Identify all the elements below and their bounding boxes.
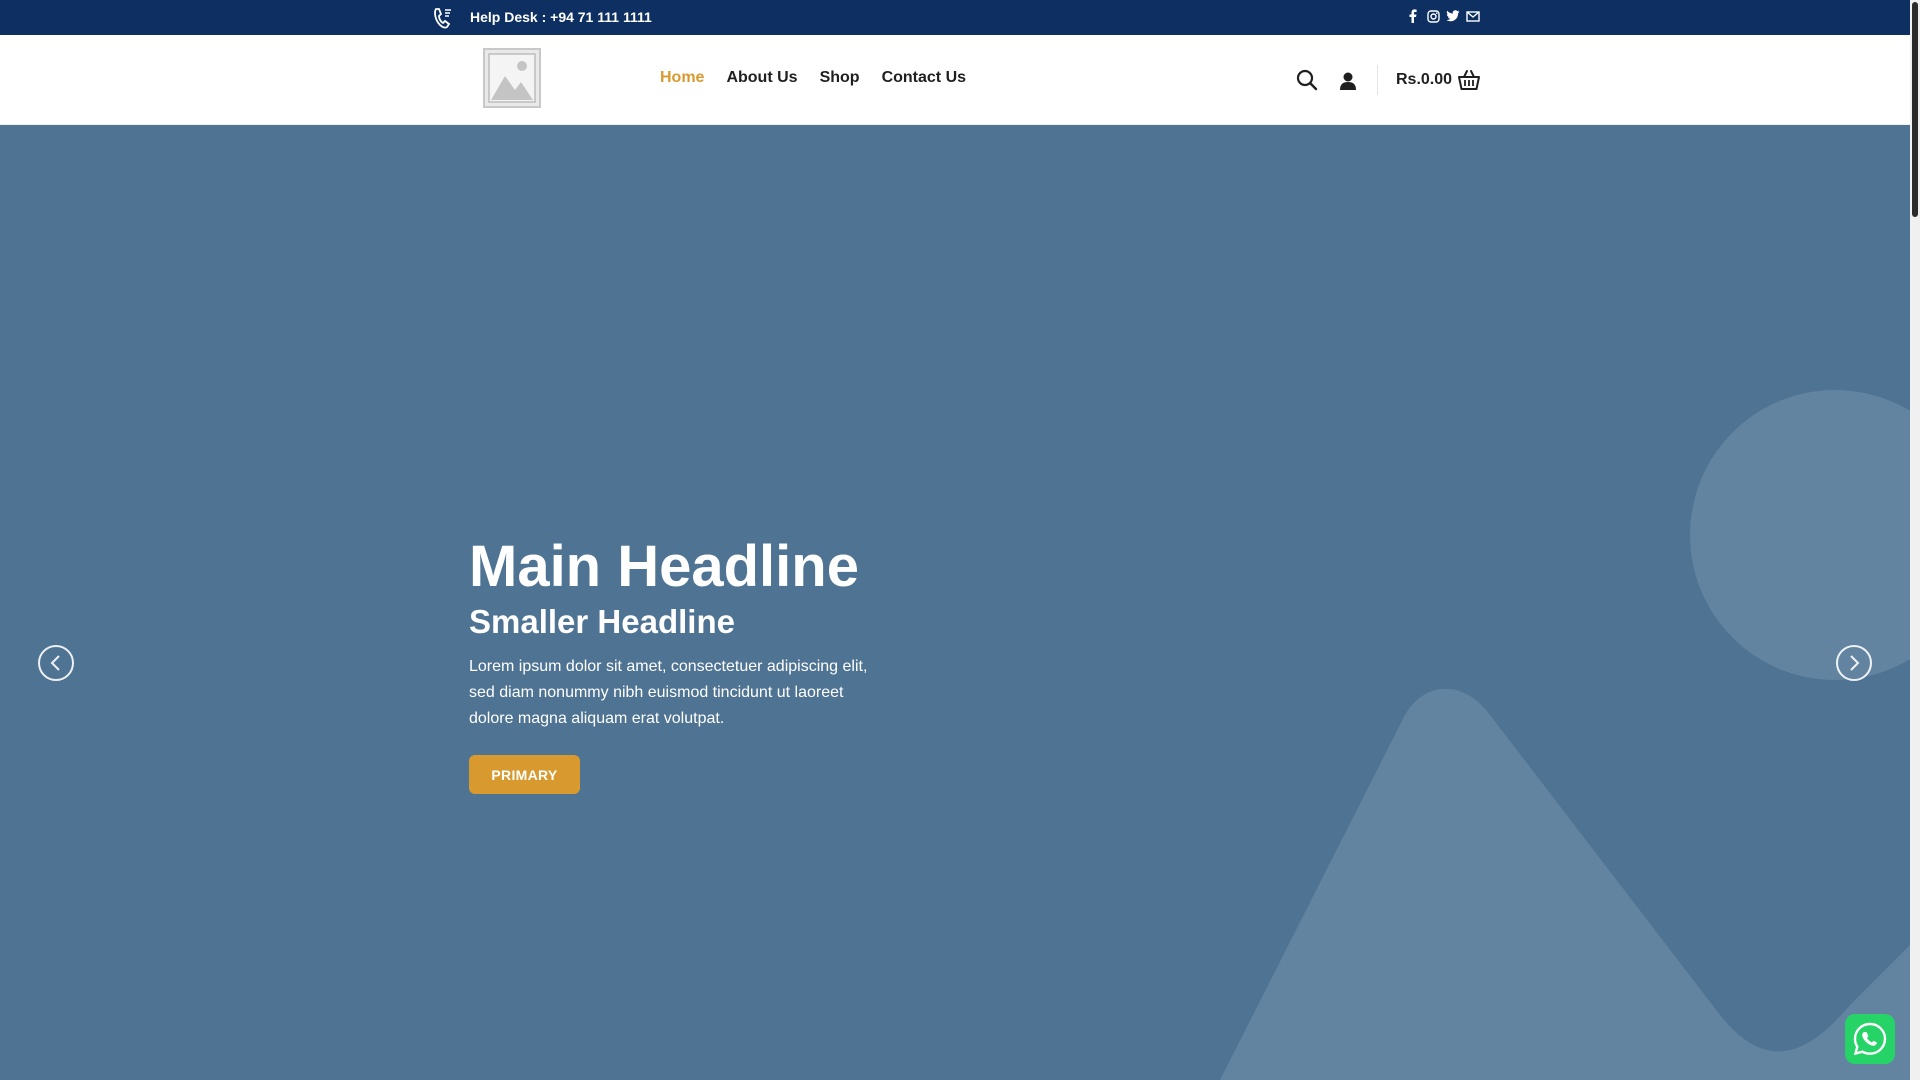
page-scrollbar[interactable]	[1910, 0, 1920, 1080]
top-bar: Help Desk : +94 71 111 1111	[0, 0, 1910, 35]
nav-shop[interactable]: Shop	[820, 68, 860, 88]
facebook-icon[interactable]	[1406, 9, 1420, 23]
helpdesk-text: Help Desk : +94 71 111 1111	[470, 9, 652, 25]
basket-icon[interactable]	[1457, 68, 1481, 92]
header-divider	[1377, 65, 1378, 95]
chevron-left-icon	[50, 655, 60, 671]
slider-next-button[interactable]	[1836, 645, 1872, 681]
primary-button[interactable]: PRIMARY	[469, 755, 580, 794]
hero-headline: Main Headline	[469, 534, 859, 599]
twitter-icon[interactable]	[1446, 9, 1460, 23]
social-links	[1406, 8, 1480, 24]
cart-total[interactable]: Rs.0.00	[1396, 70, 1452, 90]
scrollbar-thumb[interactable]	[1912, 2, 1918, 217]
search-icon[interactable]	[1296, 69, 1318, 91]
main-nav: Home About Us Shop Contact Us	[660, 68, 966, 88]
phone-icon	[434, 8, 451, 29]
whatsapp-chat-button[interactable]	[1845, 1014, 1895, 1064]
hero-slider: Main Headline Smaller Headline Lorem ips…	[0, 125, 1910, 1080]
instagram-icon[interactable]	[1426, 9, 1440, 23]
hero-background-shapes	[1220, 390, 1910, 1080]
nav-contact-us[interactable]: Contact Us	[882, 68, 966, 88]
whatsapp-icon	[1853, 1022, 1887, 1056]
chevron-right-icon	[1850, 655, 1860, 671]
hero-subheadline: Smaller Headline	[469, 603, 735, 640]
nav-home[interactable]: Home	[660, 68, 704, 88]
hero-body-text: Lorem ipsum dolor sit amet, consectetuer…	[469, 658, 868, 727]
page: Help Desk : +94 71 111 1111 Home About U…	[0, 0, 1910, 1080]
email-icon[interactable]	[1466, 9, 1480, 23]
top-bar-inner: Help Desk : +94 71 111 1111	[430, 0, 1480, 35]
site-header: Home About Us Shop Contact Us Rs.0.00	[0, 35, 1910, 125]
slider-prev-button[interactable]	[38, 645, 74, 681]
nav-about-us[interactable]: About Us	[726, 68, 797, 88]
account-icon[interactable]	[1338, 71, 1358, 91]
site-logo[interactable]	[483, 48, 541, 108]
